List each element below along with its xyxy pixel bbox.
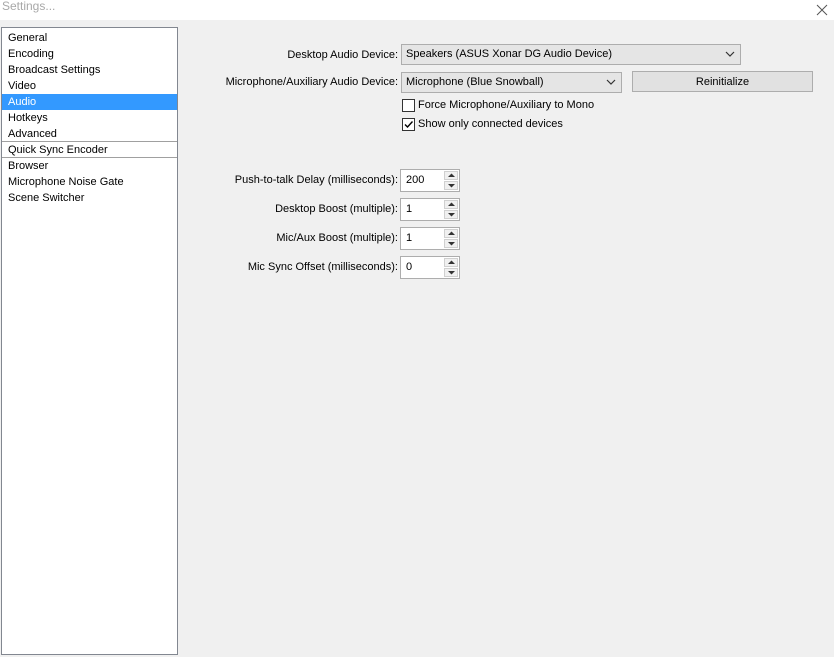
push-to-talk-delay-spinbox[interactable]: 200 — [400, 169, 460, 192]
window-title: Settings... — [2, 0, 56, 13]
mic-sync-offset-spinbox[interactable]: 0 — [400, 256, 460, 279]
desktop-audio-device-select[interactable]: Speakers (ASUS Xonar DG Audio Device) — [401, 44, 741, 65]
sidebar-item-audio[interactable]: Audio — [2, 94, 177, 110]
increment-button[interactable] — [444, 200, 458, 209]
arrow-down-icon — [448, 213, 455, 217]
desktop-audio-device-label: Desktop Audio Device: — [287, 49, 398, 61]
settings-category-list[interactable]: General Encoding Broadcast Settings Vide… — [1, 27, 178, 655]
sidebar-item-scene-switcher[interactable]: Scene Switcher — [2, 190, 177, 206]
mic-audio-device-value: Microphone (Blue Snowball) — [406, 76, 544, 88]
chevron-down-icon — [606, 79, 616, 85]
arrow-up-icon — [448, 231, 455, 235]
sidebar-item-broadcast-settings[interactable]: Broadcast Settings — [2, 62, 177, 78]
sidebar-item-microphone-noise-gate[interactable]: Microphone Noise Gate — [2, 174, 177, 190]
push-to-talk-delay-value[interactable]: 200 — [406, 174, 424, 186]
close-icon — [816, 4, 828, 16]
close-button[interactable] — [810, 0, 834, 20]
checkbox-box[interactable] — [402, 118, 415, 131]
arrow-up-icon — [448, 173, 455, 177]
force-mono-label: Force Microphone/Auxiliary to Mono — [418, 99, 595, 111]
increment-button[interactable] — [444, 171, 458, 180]
arrow-down-icon — [448, 184, 455, 188]
mic-sync-offset-label: Mic Sync Offset (milliseconds): — [247, 261, 398, 273]
checkbox-box[interactable] — [402, 99, 415, 112]
mic-audio-device-label: Microphone/Auxiliary Audio Device: — [225, 76, 398, 88]
increment-button[interactable] — [444, 258, 458, 267]
title-bar: Settings... — [0, 0, 834, 20]
desktop-boost-label: Desktop Boost (multiple): — [275, 203, 398, 215]
arrow-up-icon — [448, 260, 455, 264]
force-mono-checkbox[interactable]: Force Microphone/Auxiliary to Mono — [402, 98, 602, 114]
decrement-button[interactable] — [444, 181, 458, 190]
desktop-audio-device-value: Speakers (ASUS Xonar DG Audio Device) — [406, 48, 613, 60]
decrement-button[interactable] — [444, 268, 458, 277]
mic-audio-device-select[interactable]: Microphone (Blue Snowball) — [401, 72, 622, 93]
mic-sync-offset-value[interactable]: 0 — [406, 261, 412, 273]
sidebar-item-browser[interactable]: Browser — [2, 158, 177, 174]
decrement-button[interactable] — [444, 210, 458, 219]
arrow-down-icon — [448, 271, 455, 275]
decrement-button[interactable] — [444, 239, 458, 248]
show-connected-checkbox[interactable]: Show only connected devices — [402, 117, 572, 133]
sidebar-item-video[interactable]: Video — [2, 78, 177, 94]
arrow-up-icon — [448, 202, 455, 206]
sidebar-item-quick-sync-encoder[interactable]: Quick Sync Encoder — [2, 142, 177, 158]
push-to-talk-delay-label: Push-to-talk Delay (milliseconds): — [234, 174, 398, 186]
arrow-down-icon — [448, 242, 455, 246]
sidebar-item-encoding[interactable]: Encoding — [2, 46, 177, 62]
sidebar-item-advanced[interactable]: Advanced — [2, 126, 177, 142]
reinitialize-button[interactable]: Reinitialize — [632, 71, 813, 92]
mic-aux-boost-spinbox[interactable]: 1 — [400, 227, 460, 250]
mic-aux-boost-label: Mic/Aux Boost (multiple): — [276, 232, 398, 244]
sidebar-item-general[interactable]: General — [2, 30, 177, 46]
desktop-boost-spinbox[interactable]: 1 — [400, 198, 460, 221]
increment-button[interactable] — [444, 229, 458, 238]
checkmark-icon — [404, 121, 414, 129]
show-connected-label: Show only connected devices — [418, 118, 563, 130]
sidebar-item-hotkeys[interactable]: Hotkeys — [2, 110, 177, 126]
desktop-boost-value[interactable]: 1 — [406, 203, 412, 215]
mic-aux-boost-value[interactable]: 1 — [406, 232, 412, 244]
chevron-down-icon — [725, 51, 735, 57]
